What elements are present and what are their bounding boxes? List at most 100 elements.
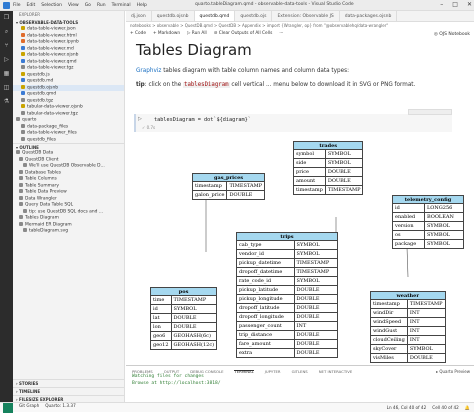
file-name: data-table-viewer.html [27, 33, 77, 38]
column-name: geo6 [150, 331, 172, 341]
column-type: DOUBLE [406, 353, 446, 363]
column-name: vendor_id [236, 249, 295, 259]
kernel-picker[interactable]: ◎ OJS Notebook [434, 32, 470, 37]
menu-view[interactable]: View [68, 3, 79, 8]
menu-edit[interactable]: Edit [27, 3, 36, 8]
bell-icon[interactable]: 🔔 [465, 405, 470, 411]
cell-position-status[interactable]: Cell 40 of 42 [432, 405, 459, 411]
menu-go[interactable]: Go [85, 3, 91, 8]
panel-tab[interactable]: PROBLEMS [132, 369, 153, 374]
breadcrumb[interactable]: notebooks > observable > QuestDB.qmd > Q… [126, 22, 474, 29]
extensions-icon[interactable]: ▦ [3, 70, 10, 77]
close-icon[interactable]: ✕ [467, 1, 472, 8]
run-debug-icon[interactable]: ▷ [3, 56, 10, 63]
window-controls: – □ ✕ [440, 1, 472, 8]
editor-tab[interactable]: questdb.ojsnb [152, 11, 195, 21]
outline-item[interactable]: tableDiagram.svg [13, 228, 124, 235]
remote-indicator-icon[interactable] [3, 402, 13, 413]
timeline-section[interactable]: › TIMELINE [13, 387, 124, 394]
column-type: DOUBLE [226, 190, 266, 200]
file-icon [21, 130, 25, 134]
panel-tab[interactable]: DEBUG CONSOLE [190, 369, 223, 374]
maximize-icon[interactable]: □ [452, 1, 458, 8]
column-type: INT [406, 335, 446, 345]
menu-run[interactable]: Run [97, 3, 106, 8]
stories-section[interactable]: › STORIES [13, 379, 124, 386]
explorer-header: EXPLORER [19, 12, 40, 17]
table-gas-prices: gas_prices timestamp TIMESTAMP galon_price D… [191, 173, 266, 200]
add-code-button[interactable]: + Code [130, 31, 146, 36]
graphviz-link[interactable]: Graphviz [136, 68, 161, 74]
editor-tab[interactable]: questdb.ojs [235, 11, 273, 21]
testing-icon[interactable]: ⚗ [3, 98, 10, 105]
column-type: SYMBOL [293, 276, 339, 286]
column-type: BOOLEAN [423, 212, 465, 222]
panel-tab[interactable]: GITLENS [292, 369, 308, 374]
add-markdown-button[interactable]: + Markdown [153, 31, 180, 36]
run-all-button[interactable]: ▷ Run All [187, 31, 207, 36]
remote-icon[interactable]: ◫ [3, 84, 10, 91]
column-name: side [293, 158, 326, 168]
panel-tab[interactable]: OUTPUT [164, 369, 179, 374]
table-name: pos [149, 287, 218, 296]
editor-tab[interactable]: data-packages.ojsnb [340, 11, 398, 21]
outline-section[interactable]: ▾ OUTLINE [13, 143, 124, 150]
bottom-panel: PROBLEMS OUTPUT DEBUG CONSOLE TERMINAL JUPYT… [126, 365, 474, 402]
terminal-picker-label: Quarto Preview [439, 369, 470, 374]
table-row: cloudCeiling INT [370, 335, 446, 345]
cursor-position-status[interactable]: Ln 46, Col 40 of 42 [387, 405, 427, 411]
column-name: timestamp [370, 299, 408, 309]
outline-symbol-icon [19, 202, 23, 206]
editor-tab[interactable]: Extension: Observable JS [272, 11, 340, 21]
quarto-version-status[interactable]: Quarto: 1.3.37 [45, 403, 76, 413]
terminal-picker[interactable]: ▸ Quarto Preview [436, 369, 470, 374]
more-actions-icon[interactable]: ··· [279, 31, 283, 36]
file-icon [21, 84, 25, 89]
file-name: questdb.js [27, 72, 50, 77]
column-name: id [392, 203, 425, 213]
panel-tab[interactable]: JUPYTER [265, 369, 281, 374]
column-type: SYMBOL [324, 158, 364, 168]
tip-text-b: cell vertical ... menu below to download… [229, 82, 416, 88]
search-icon[interactable]: ⌕ [3, 28, 10, 35]
column-name: os [392, 230, 425, 240]
panel-tab[interactable]: TERMINAL [234, 369, 254, 374]
menu-help[interactable]: Help [137, 3, 147, 8]
table-row: package SYMBOL [392, 239, 465, 249]
table-row: enabled BOOLEAN [392, 212, 465, 222]
menu-selection[interactable]: Selection [41, 3, 62, 8]
column-type: DOUBLE [170, 322, 218, 332]
cell-toolbar[interactable] [408, 109, 452, 115]
code-cell[interactable]: ▷ tablesDiagram = dot`${diagram}` ✓ 0.7s [134, 109, 452, 132]
column-name: enabled [392, 212, 425, 222]
column-type: INT [406, 317, 446, 327]
workspace-section[interactable]: ▾ OBSERVABLE-DATA-TOOLS [13, 19, 124, 26]
table-row: windSpeed INT [370, 317, 446, 327]
minimize-icon[interactable]: – [440, 1, 443, 8]
filesize-explorer-section[interactable]: › FILESIZE EXPLORER [13, 395, 124, 402]
outline-label: Table Data Preview [25, 189, 67, 195]
editor-tab[interactable]: questdb.qmd [194, 11, 236, 21]
source-control-icon[interactable]: ⑂ [3, 42, 10, 49]
outline-label: QuestDB Client [25, 157, 59, 162]
git-graph-status[interactable]: Git Graph [19, 403, 39, 413]
run-cell-icon[interactable]: ▷ [138, 116, 142, 122]
panel-tab[interactable]: NET INTERACTIVE [319, 369, 353, 374]
table-row: side SYMBOL [293, 158, 364, 168]
column-type: SYMBOL [423, 230, 465, 240]
explorer-sidebar: EXPLORER ▾ OBSERVABLE-DATA-TOOLS data-ta… [13, 11, 125, 402]
outline-symbol-icon [19, 215, 23, 219]
editor-tab[interactable]: dj.json [126, 11, 152, 21]
cell-code[interactable]: tablesDiagram = dot`${diagram}` [154, 117, 251, 123]
menu-file[interactable]: File [13, 3, 21, 8]
file-icon [21, 91, 25, 95]
clear-outputs-button[interactable]: ⊘ Clear Outputs of All Cells [214, 31, 273, 36]
column-type: GEOHASH(6c) [170, 331, 218, 341]
explorer-icon[interactable]: ❐ [3, 14, 10, 21]
table-telemetry-config: telemetry_config id LONG256 enabled BOOLEAN v… [392, 195, 465, 249]
menu-terminal[interactable]: Terminal [112, 3, 131, 8]
table-row: fare_amount DOUBLE [236, 339, 339, 349]
column-type: DOUBLE [293, 312, 339, 322]
column-name: dropoff_datetime [236, 267, 295, 277]
column-type: SYMBOL [293, 240, 339, 250]
